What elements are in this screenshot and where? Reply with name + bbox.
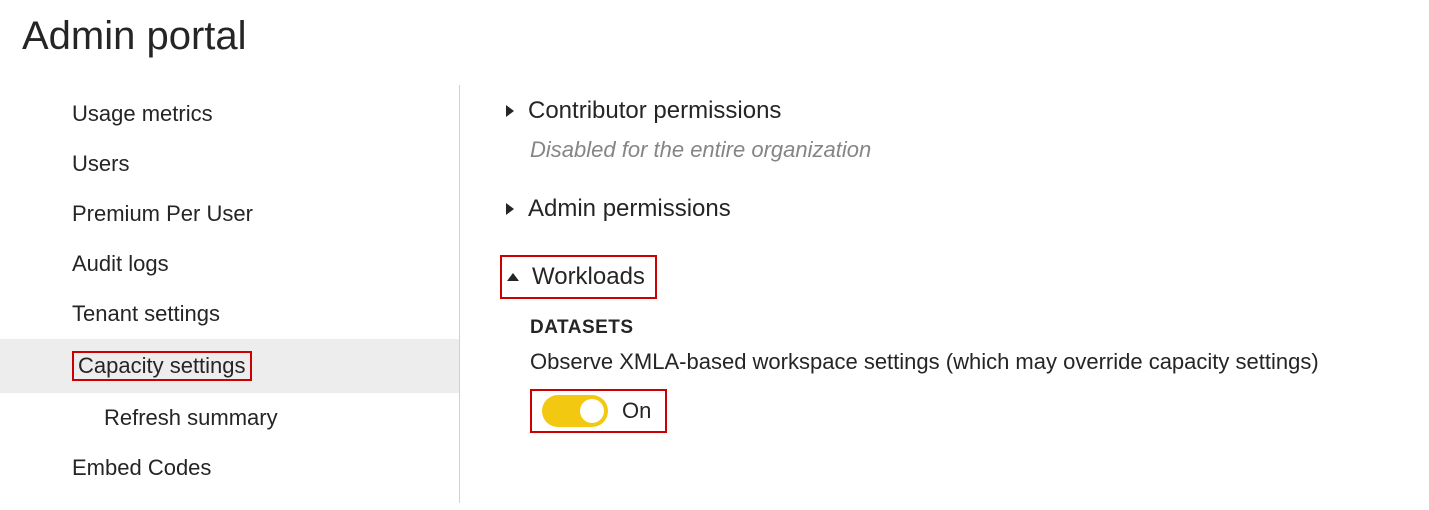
sidebar-item-embed-codes[interactable]: Embed Codes	[0, 443, 459, 493]
caret-right-icon	[504, 104, 516, 118]
section-contributor-permissions: Contributor permissions Disabled for the…	[500, 91, 1409, 163]
main-content: Contributor permissions Disabled for the…	[460, 85, 1429, 503]
section-label: Contributor permissions	[528, 97, 781, 125]
section-label: Workloads	[532, 263, 645, 291]
section-status: Disabled for the entire organization	[500, 137, 1409, 163]
toggle-switch-xmla[interactable]	[542, 395, 608, 427]
sidebar-item-label: Tenant settings	[72, 301, 220, 326]
workloads-body: DATASETS Observe XMLA-based workspace se…	[500, 317, 1409, 433]
sidebar-item-refresh-summary[interactable]: Refresh summary	[0, 393, 459, 443]
sidebar-item-label: Capacity settings	[78, 353, 246, 378]
page-title: Admin portal	[0, 0, 1429, 59]
sidebar-item-label: Embed Codes	[72, 455, 211, 480]
sidebar-item-users[interactable]: Users	[0, 139, 459, 189]
toggle-knob	[580, 399, 604, 423]
toggle-state-label: On	[622, 398, 651, 424]
sidebar-item-label: Premium Per User	[72, 201, 253, 226]
sidebar-item-label: Refresh summary	[104, 405, 278, 430]
section-header-admin[interactable]: Admin permissions	[500, 189, 1409, 229]
toggle-row-xmla: On	[530, 389, 667, 433]
caret-up-icon	[506, 271, 520, 283]
section-header-contributor[interactable]: Contributor permissions	[500, 91, 1409, 131]
sidebar: Usage metrics Users Premium Per User Aud…	[0, 85, 460, 503]
sidebar-item-label: Users	[72, 151, 129, 176]
layout-container: Usage metrics Users Premium Per User Aud…	[0, 85, 1429, 503]
sidebar-item-premium-per-user[interactable]: Premium Per User	[0, 189, 459, 239]
sidebar-item-label: Usage metrics	[72, 101, 213, 126]
subsection-desc: Observe XMLA-based workspace settings (w…	[530, 349, 1409, 375]
sidebar-item-tenant-settings[interactable]: Tenant settings	[0, 289, 459, 339]
sidebar-item-usage-metrics[interactable]: Usage metrics	[0, 89, 459, 139]
section-header-workloads[interactable]: Workloads	[500, 255, 657, 299]
sidebar-item-audit-logs[interactable]: Audit logs	[0, 239, 459, 289]
section-label: Admin permissions	[528, 195, 731, 223]
caret-right-icon	[504, 202, 516, 216]
section-workloads: Workloads DATASETS Observe XMLA-based wo…	[500, 255, 1409, 433]
sidebar-item-label: Audit logs	[72, 251, 169, 276]
section-admin-permissions: Admin permissions	[500, 189, 1409, 229]
sidebar-item-capacity-settings[interactable]: Capacity settings	[0, 339, 459, 393]
subsection-title-datasets: DATASETS	[530, 317, 1409, 339]
